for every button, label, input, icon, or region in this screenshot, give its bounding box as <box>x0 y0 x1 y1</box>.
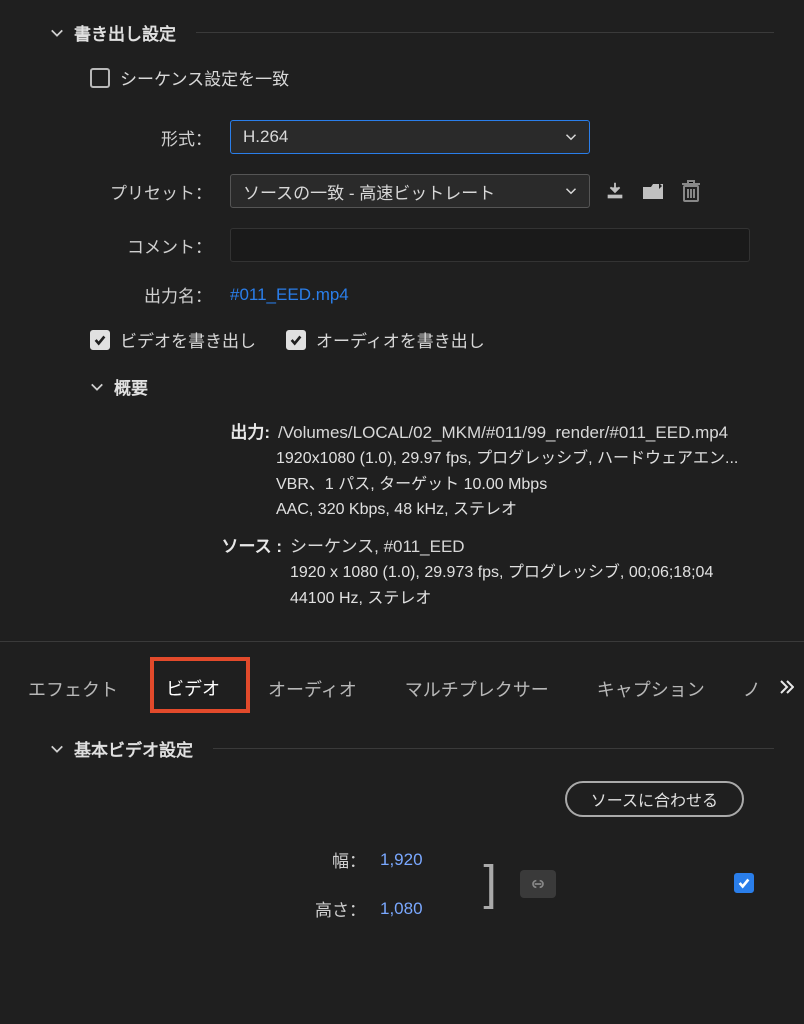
link-dimensions-icon[interactable] <box>520 870 556 898</box>
tab-caption[interactable]: キャプション <box>593 668 709 710</box>
summary-output-line4: AAC, 320 Kbps, 48 kHz, ステレオ <box>276 497 774 523</box>
basic-video-header[interactable]: 基本ビデオ設定 <box>50 736 774 761</box>
tab-video[interactable]: ビデオ <box>162 667 224 711</box>
summary-output-line3: VBR、1 パス, ターゲット 10.00 Mbps <box>276 472 774 498</box>
dimensions-match-checkbox[interactable] <box>734 873 754 893</box>
delete-preset-icon[interactable] <box>678 178 704 204</box>
chevron-down-icon <box>50 26 64 40</box>
match-sequence-checkbox[interactable] <box>90 68 110 88</box>
summary-source-key: ソース : <box>220 533 282 560</box>
output-name-label: 出力名： <box>50 282 230 307</box>
width-value[interactable]: 1,920 <box>380 850 460 870</box>
format-select[interactable]: H.264 <box>230 120 590 154</box>
export-audio-checkbox[interactable] <box>286 330 306 350</box>
output-name-link[interactable]: #011_EED.mp4 <box>230 285 349 305</box>
summary-output-path: /Volumes/LOCAL/02_MKM/#011/99_render/#01… <box>278 419 728 446</box>
summary-output-key: 出力: <box>220 419 270 446</box>
divider <box>213 748 774 749</box>
height-label: 高さ： <box>50 896 380 921</box>
summary-source-line1: シーケンス, #011_EED <box>290 533 465 560</box>
height-value[interactable]: 1,080 <box>380 899 460 919</box>
export-settings-title: 書き出し設定 <box>74 20 176 45</box>
tab-audio[interactable]: オーディオ <box>264 668 361 710</box>
export-video-label: ビデオを書き出し <box>120 327 256 352</box>
basic-video-title: 基本ビデオ設定 <box>74 736 193 761</box>
summary-output-line2: 1920x1080 (1.0), 29.97 fps, プログレッシブ, ハード… <box>276 446 774 472</box>
import-preset-icon[interactable] <box>640 178 666 204</box>
export-audio-label: オーディオを書き出し <box>316 327 485 352</box>
tab-more-truncated[interactable]: ノ <box>739 668 765 710</box>
summary-header[interactable]: 概要 <box>90 374 774 399</box>
tab-effects[interactable]: エフェクト <box>24 668 122 710</box>
format-label: 形式： <box>50 125 230 150</box>
chevron-down-icon <box>50 742 64 756</box>
chevron-down-icon <box>565 185 577 197</box>
divider <box>196 32 774 33</box>
preset-label: プリセット： <box>50 179 230 204</box>
comment-label: コメント： <box>50 233 230 258</box>
save-preset-icon[interactable] <box>602 178 628 204</box>
preset-value: ソースの一致 - 高速ビットレート <box>243 179 495 204</box>
comment-input[interactable] <box>230 228 750 262</box>
match-source-button[interactable]: ソースに合わせる <box>565 781 744 817</box>
chevron-down-icon <box>90 380 104 394</box>
format-value: H.264 <box>243 127 288 147</box>
export-video-checkbox[interactable] <box>90 330 110 350</box>
summary-title: 概要 <box>114 374 148 399</box>
tabs-overflow-icon[interactable] <box>778 679 794 700</box>
tab-multiplexer[interactable]: マルチプレクサー <box>401 668 553 710</box>
divider <box>0 641 804 642</box>
export-settings-header[interactable]: 書き出し設定 <box>50 20 774 45</box>
width-label: 幅： <box>50 847 380 872</box>
summary-source-line2: 1920 x 1080 (1.0), 29.973 fps, プログレッシブ, … <box>290 560 774 586</box>
chevron-down-icon <box>565 131 577 143</box>
match-sequence-label: シーケンス設定を一致 <box>120 65 289 90</box>
preset-select[interactable]: ソースの一致 - 高速ビットレート <box>230 174 590 208</box>
summary-source-line3: 44100 Hz, ステレオ <box>290 586 774 612</box>
